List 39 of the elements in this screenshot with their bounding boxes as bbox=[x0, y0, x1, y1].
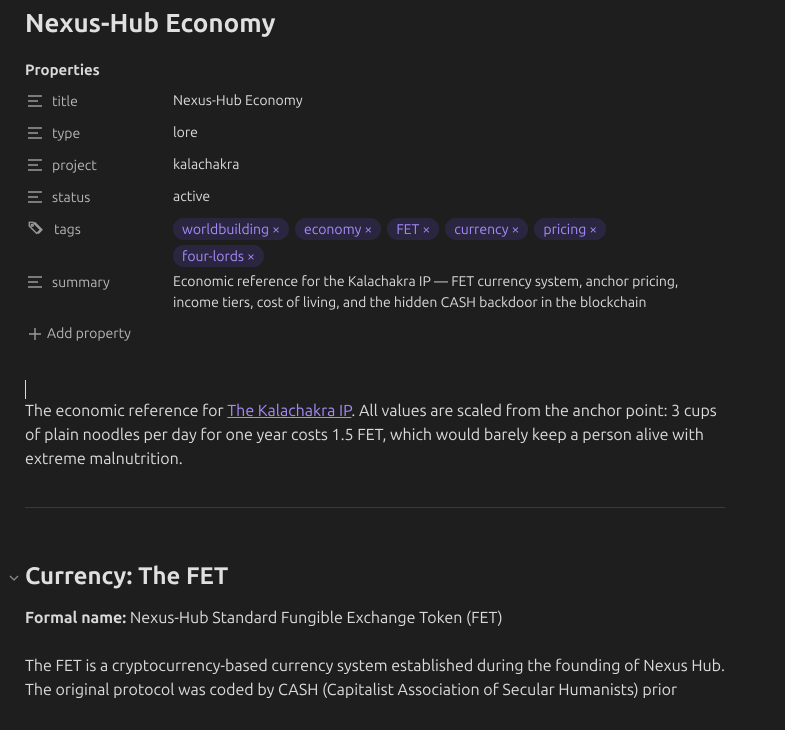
property-value[interactable]: Nexus-Hub Economy bbox=[173, 90, 718, 111]
property-key[interactable]: project bbox=[52, 154, 97, 176]
property-value[interactable]: kalachakra bbox=[173, 154, 718, 175]
text-property-icon bbox=[27, 126, 43, 140]
properties-heading: Properties bbox=[25, 60, 100, 80]
property-key[interactable]: summary bbox=[52, 272, 110, 292]
tag-pill[interactable]: FET × bbox=[387, 218, 440, 240]
property-value[interactable]: Economic reference for the Kalachakra IP — FET currency system, anchor pricing, income tiers, cost of living, and the hidden CASH backdoor in the blockchain bbox=[173, 271, 718, 313]
remove-tag-button[interactable]: × bbox=[272, 218, 280, 240]
property-key[interactable]: type bbox=[52, 122, 80, 144]
property-value[interactable]: active bbox=[173, 186, 718, 207]
text-property-icon bbox=[27, 158, 43, 172]
tag-pill[interactable]: worldbuilding × bbox=[173, 218, 289, 240]
text-cursor bbox=[25, 380, 26, 399]
tag-pill[interactable]: four-lords × bbox=[173, 245, 264, 267]
section-heading: Currency: The FET bbox=[25, 561, 228, 591]
property-key[interactable]: title bbox=[52, 90, 78, 112]
remove-tag-button[interactable]: × bbox=[422, 218, 430, 240]
plus-icon bbox=[29, 328, 41, 340]
property-value[interactable]: lore bbox=[173, 122, 718, 143]
text-property-icon bbox=[27, 94, 43, 108]
property-key[interactable]: status bbox=[52, 186, 90, 208]
tag-pill[interactable]: economy × bbox=[295, 218, 382, 240]
text-property-icon bbox=[27, 275, 43, 289]
remove-tag-button[interactable]: × bbox=[364, 218, 372, 240]
collapse-chevron-icon[interactable] bbox=[9, 573, 19, 583]
internal-link[interactable]: The Kalachakra IP bbox=[227, 402, 352, 420]
body-paragraph: Formal name: Nexus-Hub Standard Fungible Exchange Token (FET) bbox=[25, 608, 504, 629]
note-title: Nexus-Hub Economy bbox=[25, 7, 276, 39]
body-paragraph: The FET is a cryptocurrency-based currency system established during the founding of Nexus Hub. The original protocol was coded by CASH (Capitalist Association of Secular Humanists) prior bbox=[25, 656, 725, 701]
remove-tag-button[interactable]: × bbox=[247, 246, 255, 266]
text-property-icon bbox=[27, 190, 43, 204]
remove-tag-button[interactable]: × bbox=[589, 218, 598, 240]
property-key[interactable]: tags bbox=[54, 218, 81, 240]
intro-paragraph: The economic reference for The Kalachakra IP. All values are scaled from the anchor point: 3 cups of plain noodles per day for one year costs 1.5 FET, which would barely keep a person alive with extreme malnutrition. bbox=[25, 401, 718, 470]
tag-pill[interactable]: pricing × bbox=[534, 218, 606, 240]
tag-pill[interactable]: currency × bbox=[445, 218, 528, 240]
add-property-button[interactable]: Add property bbox=[47, 323, 131, 344]
remove-tag-button[interactable]: × bbox=[511, 218, 520, 240]
